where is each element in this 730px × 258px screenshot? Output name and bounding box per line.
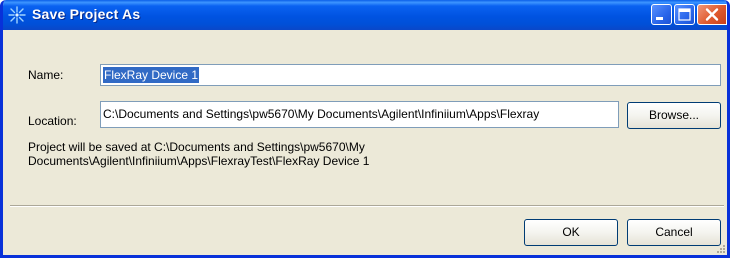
name-input[interactable]: FlexRay Device 1	[100, 64, 721, 86]
ok-button[interactable]: OK	[524, 219, 618, 246]
save-path-line-2: Documents\Agilent\Infiniium\Apps\Flexray…	[28, 154, 370, 168]
title-bar[interactable]: Save Project As	[3, 0, 727, 30]
maximize-button[interactable]	[674, 4, 695, 25]
sparkle-icon	[8, 6, 26, 24]
close-icon	[705, 8, 719, 21]
close-button[interactable]	[697, 4, 727, 25]
dialog-title: Save Project As	[32, 6, 141, 22]
save-path-info: Project will be saved at C:\Documents an…	[28, 140, 588, 168]
save-project-dialog: Save Project As Name: FlexRay Device 1 L…	[0, 0, 730, 258]
cancel-button[interactable]: Cancel	[627, 219, 721, 246]
save-path-line-1: Project will be saved at C:\Documents an…	[28, 140, 365, 154]
minimize-icon	[656, 17, 663, 20]
name-label: Name:	[28, 68, 64, 82]
resize-grip-icon[interactable]	[714, 242, 726, 254]
maximize-icon	[678, 8, 691, 21]
browse-button[interactable]: Browse...	[627, 102, 721, 129]
location-label: Location:	[28, 114, 77, 128]
separator	[10, 205, 724, 207]
name-value: FlexRay Device 1	[103, 67, 200, 83]
location-input[interactable]: C:\Documents and Settings\pw5670\My Docu…	[100, 101, 619, 128]
minimize-button[interactable]	[651, 4, 672, 25]
